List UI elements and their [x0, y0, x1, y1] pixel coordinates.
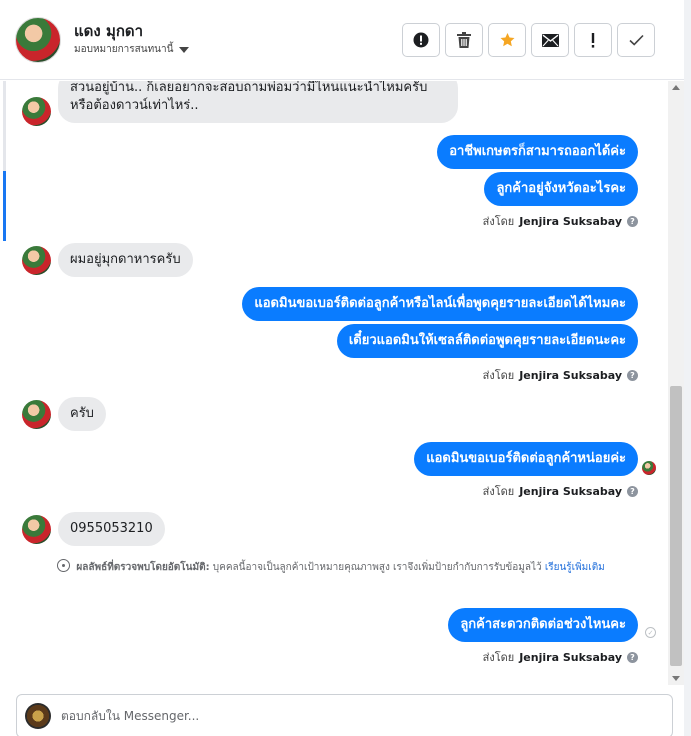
sent-by-agent: Jenjira Suksabay	[519, 214, 622, 228]
page-avatar	[25, 703, 51, 729]
follow-up-button[interactable]	[574, 23, 612, 57]
outgoing-message[interactable]: อาชีพเกษตรก็สามารถออกได้ค่ะ	[437, 135, 638, 169]
sent-by-prefix: ส่งโดย	[482, 369, 515, 382]
reply-composer	[16, 694, 673, 736]
sent-by-label: ส่งโดย Jenjira Suksabay ?	[483, 482, 638, 500]
message-row: ลูกค้าอยู่จังหวัดอะไรคะ	[484, 172, 638, 206]
thread-scrollbar[interactable]	[668, 81, 684, 685]
message-thread: สวนอยู่บ้าน.. ก็เลยอยากจะสอบถามพ่อมว่ามี…	[0, 81, 668, 665]
contact-avatar-small	[22, 399, 51, 429]
contact-avatar-small	[22, 245, 51, 275]
sent-by-prefix: ส่งโดย	[482, 651, 515, 664]
message-row: แอดมินขอเบอร์ติดต่อลูกค้าหรือไลน์เพื่อพู…	[242, 287, 638, 321]
mark-spam-button[interactable]	[402, 23, 440, 57]
help-icon[interactable]: ?	[627, 369, 638, 381]
star-icon	[500, 33, 514, 47]
atom-icon	[57, 559, 71, 572]
assign-label: มอบหมายการสนทนานี้	[74, 44, 174, 55]
check-icon	[628, 34, 644, 46]
contact-avatar-small	[22, 97, 51, 126]
sent-by-label: ส่งโดย Jenjira Suksabay ?	[483, 212, 638, 230]
conversation-header: แดง มุกดา มอบหมายการสนทนานี้	[0, 0, 684, 80]
delete-button[interactable]	[445, 23, 483, 57]
auto-note-text: บุคคลนี้อาจเป็นลูกค้าเป้าหมายคุณภาพสูง เ…	[212, 562, 542, 573]
incoming-message[interactable]: สวนอยู่บ้าน.. ก็เลยอยากจะสอบถามพ่อมว่ามี…	[58, 81, 458, 123]
sent-by-prefix: ส่งโดย	[482, 215, 515, 228]
scroll-thumb[interactable]	[670, 386, 682, 666]
contact-avatar-small	[22, 514, 51, 544]
message-row: อาชีพเกษตรก็สามารถออกได้ค่ะ	[437, 135, 638, 169]
reply-input[interactable]	[61, 704, 661, 728]
sent-by-label: ส่งโดย Jenjira Suksabay ?	[483, 648, 638, 665]
mark-done-button[interactable]	[617, 23, 655, 57]
outgoing-message[interactable]: แอดมินขอเบอร์ติดต่อลูกค้าหรือไลน์เพื่อพู…	[242, 287, 638, 321]
thread-edge	[3, 81, 6, 171]
window-edge	[684, 0, 691, 736]
scroll-up-arrow-icon[interactable]	[672, 85, 680, 90]
sent-by-agent: Jenjira Suksabay	[519, 368, 622, 382]
learn-more-link[interactable]: เรียนรู้เพิ่มเติม	[545, 562, 605, 573]
envelope-icon	[541, 33, 559, 47]
conversation-toolbar	[402, 23, 655, 57]
delivered-check-icon: ✓	[645, 627, 656, 638]
outgoing-message[interactable]: เดี๋ยวแอดมินให้เซลล์ติดต่อพูดคุยรายละเอี…	[336, 324, 638, 358]
help-icon[interactable]: ?	[627, 651, 638, 663]
outgoing-message[interactable]: ลูกค้าสะดวกติดต่อช่วงไหนคะ	[448, 608, 638, 642]
incoming-message[interactable]: 0955053210	[58, 512, 165, 546]
incoming-message[interactable]: ครับ	[58, 397, 106, 431]
contact-avatar[interactable]	[15, 17, 61, 63]
message-row: ครับ	[22, 397, 106, 431]
sent-by-agent: Jenjira Suksabay	[519, 650, 622, 664]
incoming-message[interactable]: ผมอยู่มุกดาหารครับ	[58, 243, 193, 277]
auto-detected-note: ผลลัพธ์ที่ตรวจพบโดยอัตโนมัติ: บุคคลนี้อา…	[22, 559, 640, 576]
message-row: แอดมินขอเบอร์ติดต่อลูกค้าหน่อยค่ะ	[414, 442, 638, 476]
message-row: สวนอยู่บ้าน.. ก็เลยอยากจะสอบถามพ่อมว่ามี…	[22, 81, 458, 126]
contact-name[interactable]: แดง มุกดา	[74, 19, 143, 43]
message-row: เดี๋ยวแอดมินให้เซลล์ติดต่อพูดคุยรายละเอี…	[336, 324, 638, 358]
help-icon[interactable]: ?	[627, 485, 638, 497]
trash-icon	[457, 32, 471, 48]
mark-unread-button[interactable]	[531, 23, 569, 57]
star-button[interactable]	[488, 23, 526, 57]
exclamation-icon	[591, 32, 595, 48]
active-indicator	[3, 171, 6, 241]
message-row: ผมอยู่มุกดาหารครับ	[22, 243, 193, 277]
help-icon[interactable]: ?	[627, 215, 638, 227]
outgoing-message[interactable]: แอดมินขอเบอร์ติดต่อลูกค้าหน่อยค่ะ	[414, 442, 638, 476]
auto-note-label: ผลลัพธ์ที่ตรวจพบโดยอัตโนมัติ:	[76, 562, 210, 573]
sent-by-label: ส่งโดย Jenjira Suksabay ?	[483, 366, 638, 384]
sent-by-prefix: ส่งโดย	[482, 485, 515, 498]
sent-by-agent: Jenjira Suksabay	[519, 484, 622, 498]
message-row: 0955053210	[22, 512, 165, 546]
message-row: ลูกค้าสะดวกติดต่อช่วงไหนคะ	[448, 608, 638, 642]
alert-circle-icon	[413, 32, 429, 48]
chevron-down-icon	[179, 46, 190, 53]
seen-avatar	[642, 461, 656, 475]
assign-conversation-dropdown[interactable]: มอบหมายการสนทนานี้	[74, 42, 190, 57]
scroll-down-arrow-icon[interactable]	[672, 676, 680, 681]
outgoing-message[interactable]: ลูกค้าอยู่จังหวัดอะไรคะ	[484, 172, 638, 206]
